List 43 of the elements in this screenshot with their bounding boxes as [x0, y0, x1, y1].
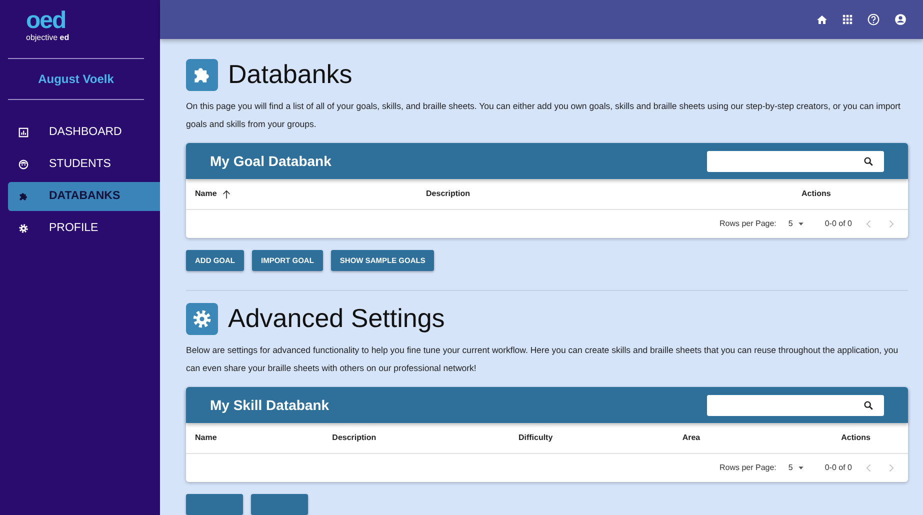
rows-per-page-select[interactable]: 5 — [788, 462, 805, 474]
logo-wordmark: objective ed — [26, 32, 70, 44]
sidebar-item[interactable]: STUDENTS — [8, 150, 160, 179]
section-description: On this page you will find a list of all of your goals, skills, and braille sheets. You can either add you own goals, skills and braille sheets using our step-by-step creators, or you can import goals and skills from your groups. — [186, 100, 902, 131]
home-icon[interactable] — [816, 14, 828, 26]
table-title: My Skill Databank — [210, 396, 330, 415]
column-header[interactable]: Area — [682, 432, 700, 444]
sidebar-item[interactable]: DATABANKS — [8, 182, 160, 211]
search-field[interactable] — [707, 150, 884, 172]
section-title: Databanks — [228, 59, 352, 91]
section-title: Advanced Settings — [228, 303, 445, 335]
help-icon[interactable] — [867, 13, 880, 26]
rows-per-page-label: Rows per Page: — [719, 218, 776, 230]
face-icon — [18, 159, 29, 170]
search-icon — [863, 400, 874, 410]
column-header[interactable]: Difficulty — [518, 432, 553, 444]
column-header[interactable]: Description — [426, 188, 470, 200]
column-header[interactable]: Name — [195, 188, 217, 200]
search-icon — [863, 156, 874, 166]
sort-arrow-icon[interactable] — [220, 188, 232, 200]
sidebar-item[interactable]: PROFILE — [8, 214, 160, 243]
search-field[interactable] — [707, 394, 884, 416]
gear-icon — [18, 223, 29, 234]
table-title: My Goal Databank — [210, 152, 332, 171]
puzzle-icon — [18, 191, 29, 202]
column-header[interactable]: Actions — [801, 188, 831, 200]
apps-icon[interactable] — [842, 14, 853, 25]
logo-mark: oed — [26, 10, 67, 32]
sidebar-item[interactable]: DASHBOARD — [8, 118, 160, 147]
column-header[interactable]: Description — [332, 432, 376, 444]
gear-icon — [191, 308, 213, 330]
user-name: August Voelk — [38, 71, 114, 88]
dropdown-caret-icon — [796, 220, 805, 228]
rows-per-page-label: Rows per Page: — [719, 462, 776, 474]
rows-per-page-select[interactable]: 5 — [788, 218, 805, 230]
account-icon[interactable] — [894, 13, 907, 26]
column-header[interactable]: Actions — [841, 432, 870, 444]
page-range: 0-0 of 0 — [824, 462, 852, 474]
page-range: 0-0 of 0 — [824, 218, 852, 230]
dropdown-caret-icon — [796, 464, 805, 472]
column-header[interactable]: Name — [195, 432, 217, 444]
section-description: Below are settings for advanced functionality to help you fine tune your current workflow. Here you can create skills and braille sheets that you can reuse throughout the application, you can even share your braille sheets with others on our professional network! — [186, 344, 900, 375]
chart-icon — [18, 127, 29, 138]
